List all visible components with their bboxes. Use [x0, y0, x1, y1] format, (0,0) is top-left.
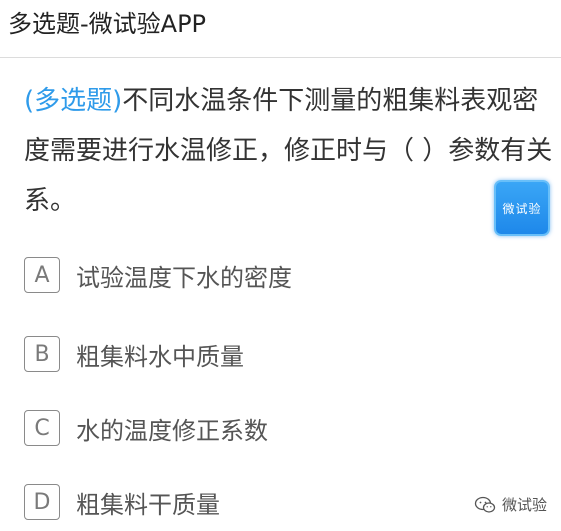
app-header: 多选题-微试验APP [0, 0, 561, 58]
weishiyan-badge-button[interactable]: 微试验 [494, 180, 550, 236]
option-a[interactable]: A 试验温度下水的密度 [24, 256, 524, 294]
question-type-tag: (多选题) [24, 86, 123, 116]
watermark: 微试验 [474, 494, 547, 515]
option-text: 水的温度修正系数 [76, 416, 268, 445]
option-letter: B [24, 336, 60, 372]
option-b[interactable]: B 粗集料水中质量 [24, 335, 524, 373]
option-c[interactable]: C 水的温度修正系数 [24, 409, 524, 447]
option-letter: C [24, 410, 60, 446]
option-text: 粗集料水中质量 [76, 342, 244, 371]
option-text: 试验温度下水的密度 [76, 263, 292, 292]
option-text: 粗集料干质量 [76, 490, 220, 519]
option-letter: D [24, 484, 60, 520]
watermark-label: 微试验 [502, 496, 548, 514]
question-text: (多选题)不同水温条件下测量的粗集料表观密度需要进行水温修正，修正时与（ ）参数… [24, 76, 556, 226]
wechat-icon [474, 496, 496, 513]
page-title: 多选题-微试验APP [8, 10, 207, 38]
option-letter: A [24, 257, 60, 293]
option-d[interactable]: D 粗集料干质量 [24, 483, 524, 521]
